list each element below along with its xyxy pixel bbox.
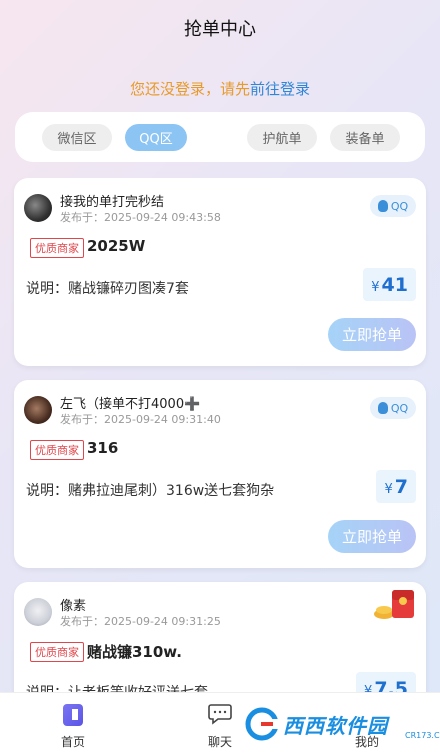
merchant-tag: 优质商家 [30,642,84,662]
publish-time: 发布于：2025-09-24 09:43:58 [60,211,221,224]
avatar [24,194,52,222]
price-tag: ¥ 41 [363,268,416,301]
order-description: 说明：赌弗拉迪尾刺）316w送七套狗杂 [26,483,275,499]
order-card[interactable]: 像素 发布于：2025-09-24 09:31:25 优质商家 赌战镰310w.… [14,582,426,692]
user-name: 接我的单打完秒结 [60,195,165,210]
order-card[interactable]: 左飞（接单不打4000➕ 发布于：2025-09-24 09:31:40 QQ … [14,380,426,568]
order-title: 316 [87,439,119,457]
watermark-subtext: CR173.COM [405,731,440,740]
platform-badge: QQ [370,195,416,217]
price-tag: ¥ 7.5 [356,672,416,692]
grab-order-button[interactable]: 立即抢单 [328,318,416,351]
tab-home[interactable]: 首页 [18,693,128,753]
plus-emoji-icon: ➕ [184,397,201,412]
qq-icon [377,200,388,212]
price-value: 41 [381,274,408,296]
watermark: 西西软件园 CR173.COM [245,703,440,745]
user-name: 像素 [60,599,87,614]
chat-icon [208,704,232,725]
order-title: 赌战镰310w. [87,643,182,661]
avatar [24,396,52,424]
watermark-text: 西西软件园 [283,713,388,738]
page-title: 抢单中心 [184,19,256,40]
user-name: 左飞（接单不打4000➕ [60,393,200,412]
filter-equipment[interactable]: 装备单 [330,124,400,151]
qq-icon [377,402,388,414]
order-title: 2025W [87,237,146,255]
price-value: 7 [394,476,408,498]
filter-wechat[interactable]: 微信区 [42,124,112,151]
login-prompt: 您还没登录，请先前往登录 [0,78,440,99]
grab-order-button[interactable]: 立即抢单 [328,520,416,553]
currency-symbol: ¥ [371,280,380,295]
platform-badge: QQ [370,397,416,419]
filter-bar: 微信区 QQ区 护航单 装备单 [15,112,425,162]
order-description: 说明：让老板等收好评送七套 [26,682,208,692]
merchant-tag: 优质商家 [30,440,84,460]
order-description: 说明：赌战镰碎刃图凑7套 [26,281,189,297]
tab-home-label: 首页 [60,735,85,749]
price-value: 7.5 [374,678,408,692]
filter-qq[interactable]: QQ区 [125,124,187,151]
watermark-logo-icon [245,707,279,741]
filter-escort[interactable]: 护航单 [247,124,317,151]
order-list[interactable]: 接我的单打完秒结 发布于：2025-09-24 09:43:58 QQ 优质商家… [0,178,440,692]
publish-time: 发布于：2025-09-24 09:31:40 [60,413,221,426]
platform-label: QQ [390,401,409,415]
publish-time: 发布于：2025-09-24 09:31:25 [60,615,221,628]
avatar [24,598,52,626]
login-prompt-text: 您还没登录，请先 [129,80,250,98]
currency-symbol: ¥ [384,482,393,497]
user-name-text: 左飞（接单不打4000 [60,397,185,412]
red-packet-icon [374,590,414,619]
login-link[interactable]: 前往登录 [250,80,310,98]
merchant-tag: 优质商家 [30,238,84,258]
price-tag: ¥ 7 [376,470,416,503]
platform-label: QQ [390,199,409,213]
currency-symbol: ¥ [364,684,373,692]
home-icon [63,704,83,726]
order-card[interactable]: 接我的单打完秒结 发布于：2025-09-24 09:43:58 QQ 优质商家… [14,178,426,366]
